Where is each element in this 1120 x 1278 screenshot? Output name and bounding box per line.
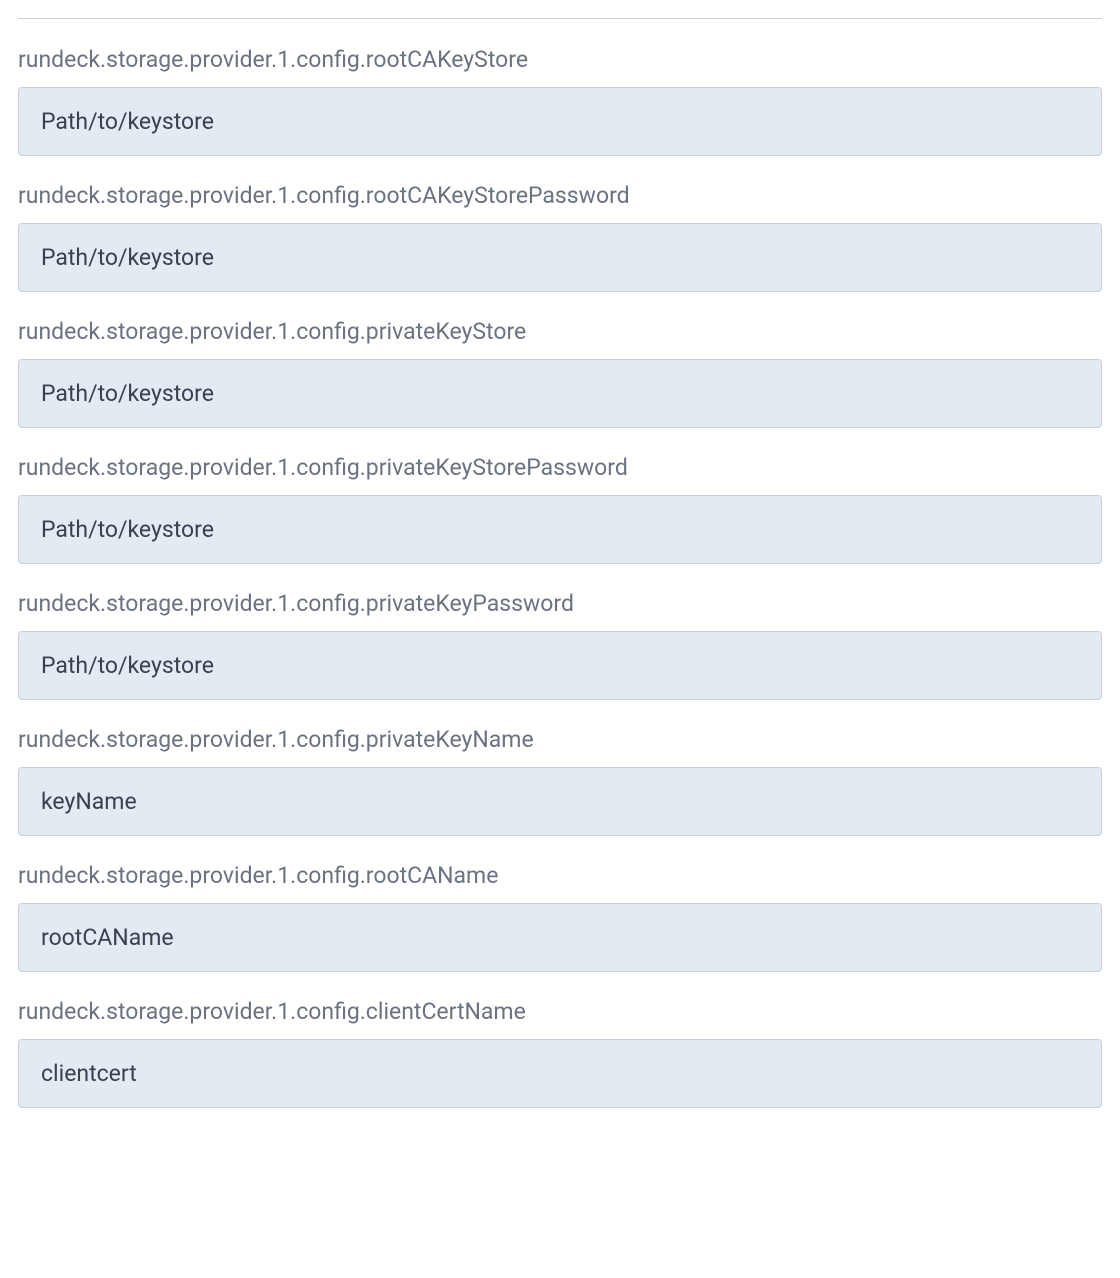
field-label: rundeck.storage.provider.1.config.privat…	[18, 590, 1102, 617]
private-key-name-input[interactable]	[18, 767, 1102, 836]
top-divider	[18, 18, 1102, 20]
client-cert-name-input[interactable]	[18, 1039, 1102, 1108]
private-key-password-input[interactable]	[18, 631, 1102, 700]
field-client-cert-name: rundeck.storage.provider.1.config.client…	[18, 998, 1102, 1108]
field-label: rundeck.storage.provider.1.config.privat…	[18, 454, 1102, 481]
field-root-ca-keystore: rundeck.storage.provider.1.config.rootCA…	[18, 46, 1102, 156]
field-label: rundeck.storage.provider.1.config.rootCA…	[18, 862, 1102, 889]
field-label: rundeck.storage.provider.1.config.privat…	[18, 318, 1102, 345]
root-ca-keystore-password-input[interactable]	[18, 223, 1102, 292]
field-private-key-password: rundeck.storage.provider.1.config.privat…	[18, 590, 1102, 700]
field-root-ca-keystore-password: rundeck.storage.provider.1.config.rootCA…	[18, 182, 1102, 292]
field-label: rundeck.storage.provider.1.config.privat…	[18, 726, 1102, 753]
field-private-keystore: rundeck.storage.provider.1.config.privat…	[18, 318, 1102, 428]
field-label: rundeck.storage.provider.1.config.rootCA…	[18, 46, 1102, 73]
field-private-keystore-password: rundeck.storage.provider.1.config.privat…	[18, 454, 1102, 564]
private-keystore-input[interactable]	[18, 359, 1102, 428]
field-label: rundeck.storage.provider.1.config.rootCA…	[18, 182, 1102, 209]
root-ca-name-input[interactable]	[18, 903, 1102, 972]
field-label: rundeck.storage.provider.1.config.client…	[18, 998, 1102, 1025]
field-root-ca-name: rundeck.storage.provider.1.config.rootCA…	[18, 862, 1102, 972]
root-ca-keystore-input[interactable]	[18, 87, 1102, 156]
field-private-key-name: rundeck.storage.provider.1.config.privat…	[18, 726, 1102, 836]
private-keystore-password-input[interactable]	[18, 495, 1102, 564]
